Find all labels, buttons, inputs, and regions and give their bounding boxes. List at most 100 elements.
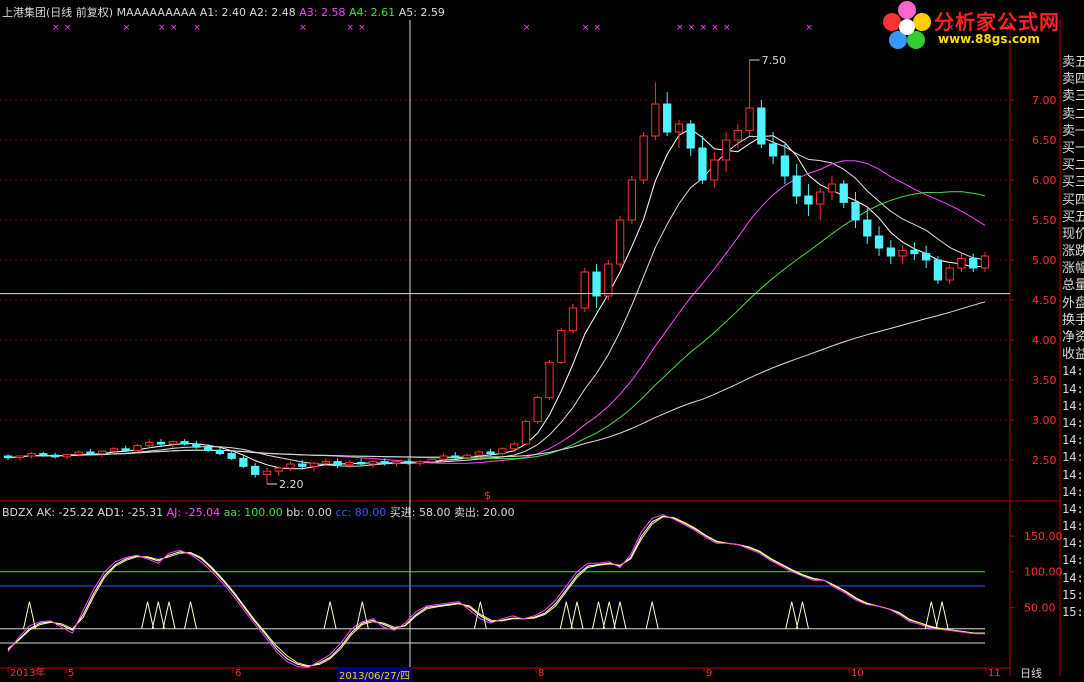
buy-signal-triangle xyxy=(559,601,573,629)
signal-marker: × xyxy=(123,23,131,33)
candlestick[interactable] xyxy=(133,444,142,452)
indicator-header: BDZX AK: -25.22 AD1: -25.31 AJ: -25.04 a… xyxy=(2,504,515,520)
candlestick[interactable] xyxy=(251,463,260,478)
header-item-label: A2: xyxy=(249,6,268,19)
header-item-value: 2.59 xyxy=(416,6,445,19)
quote-label: 换手 xyxy=(1062,312,1084,328)
candlestick[interactable] xyxy=(580,268,589,312)
date-tick-label: 6 xyxy=(235,668,241,676)
candlestick[interactable] xyxy=(592,264,601,308)
candlestick[interactable] xyxy=(721,132,731,172)
candlestick[interactable] xyxy=(180,439,189,446)
header-item-value: 0.00 xyxy=(303,506,336,519)
period-label[interactable]: 日线 xyxy=(1020,665,1042,681)
candlestick[interactable] xyxy=(757,100,766,148)
candlestick[interactable] xyxy=(710,152,719,188)
candlestick[interactable] xyxy=(15,455,24,460)
header-item-label: AD1: xyxy=(97,506,125,519)
candlestick[interactable] xyxy=(498,447,507,456)
candlestick[interactable] xyxy=(733,124,742,148)
signal-marker: × xyxy=(523,23,531,33)
quote-label: 卖四 xyxy=(1062,72,1084,88)
candlestick[interactable] xyxy=(98,450,107,457)
candlestick[interactable] xyxy=(839,180,848,208)
quote-time: 14: xyxy=(1062,381,1084,396)
candlestick[interactable] xyxy=(3,454,13,460)
candle-body xyxy=(274,467,283,472)
price-tick-label: 5.50 xyxy=(1032,214,1057,227)
candlestick[interactable] xyxy=(980,252,990,272)
header-item-label: 卖出: xyxy=(453,506,480,519)
candlestick[interactable] xyxy=(356,458,366,467)
candlestick[interactable] xyxy=(192,440,201,449)
candlestick[interactable] xyxy=(851,192,860,228)
candlestick[interactable] xyxy=(933,256,943,284)
date-tick-label: 10 xyxy=(851,668,864,676)
candlestick[interactable] xyxy=(945,264,954,284)
quote-label: 买四 xyxy=(1062,192,1084,208)
candlestick[interactable] xyxy=(50,452,60,459)
candlestick[interactable] xyxy=(345,460,354,468)
candle-body xyxy=(969,257,978,269)
candlestick[interactable] xyxy=(239,455,248,468)
candlestick[interactable] xyxy=(663,92,672,136)
candlestick[interactable] xyxy=(816,188,825,220)
quote-label: 现价 xyxy=(1062,226,1084,242)
candlestick[interactable] xyxy=(545,360,554,400)
candlestick[interactable] xyxy=(686,120,695,156)
candlestick[interactable] xyxy=(792,164,801,204)
candlestick[interactable] xyxy=(627,176,637,224)
candle-body xyxy=(50,454,60,458)
candlestick[interactable] xyxy=(898,245,907,264)
candlestick[interactable] xyxy=(168,440,177,448)
candlestick[interactable] xyxy=(286,461,295,472)
header-item-value: 58.00 xyxy=(415,506,454,519)
indicator-tick-label: 50.00 xyxy=(1024,601,1056,614)
date-tick-label: 2013年 xyxy=(10,666,45,676)
quote-label: 涨跌 xyxy=(1062,244,1084,260)
candlestick[interactable] xyxy=(780,144,790,184)
candlestick[interactable] xyxy=(804,184,813,216)
indicator-tick-label: 150.00 xyxy=(1024,530,1063,543)
chart-svg[interactable]: 2.50 3.00 3.50 4.00 4.50 5.00 5.50 6.00 6.50 7.00… xyxy=(0,0,1084,679)
candlestick[interactable] xyxy=(368,460,378,468)
candlestick[interactable] xyxy=(745,60,754,136)
candlestick[interactable] xyxy=(415,460,425,467)
quote-time: 14: xyxy=(1062,467,1084,482)
candlestick[interactable] xyxy=(521,420,531,446)
quote-label: 总量 xyxy=(1062,278,1084,294)
signal-marker: × xyxy=(170,23,178,33)
candlestick[interactable] xyxy=(874,226,884,256)
quote-label: 卖三 xyxy=(1062,89,1084,105)
candlestick[interactable] xyxy=(827,176,837,200)
candlestick[interactable] xyxy=(62,453,72,460)
candlestick[interactable] xyxy=(462,453,472,460)
signal-marker: × xyxy=(711,23,719,33)
candlestick[interactable] xyxy=(886,240,895,264)
candlestick[interactable] xyxy=(404,458,413,465)
candlestick[interactable] xyxy=(863,208,872,244)
candlestick[interactable] xyxy=(557,328,566,364)
candlestick[interactable] xyxy=(510,442,519,452)
candlestick[interactable] xyxy=(910,242,919,260)
header-item-value: 100.00 xyxy=(240,506,287,519)
candlestick[interactable] xyxy=(309,461,319,472)
quote-label: 买一 xyxy=(1062,140,1084,156)
candlestick[interactable] xyxy=(921,245,931,268)
candlestick[interactable] xyxy=(262,468,272,484)
quote-label: 买五 xyxy=(1062,209,1084,225)
watermark-url: www.88gs.com xyxy=(938,32,1040,46)
candle-body xyxy=(145,441,154,447)
candlestick[interactable] xyxy=(533,396,542,424)
candlestick[interactable] xyxy=(639,132,648,184)
candlestick[interactable] xyxy=(615,216,625,268)
candle-body xyxy=(933,259,943,281)
candlestick[interactable] xyxy=(568,304,578,334)
candlestick[interactable] xyxy=(651,82,660,140)
header-title: 上港集团(日线 前复权) MAAAAAAAAA xyxy=(2,6,200,19)
candle-body xyxy=(486,451,495,455)
candlestick[interactable] xyxy=(698,136,707,184)
candlestick[interactable] xyxy=(274,466,283,476)
candlestick[interactable] xyxy=(957,253,966,272)
candlestick[interactable] xyxy=(27,452,36,459)
